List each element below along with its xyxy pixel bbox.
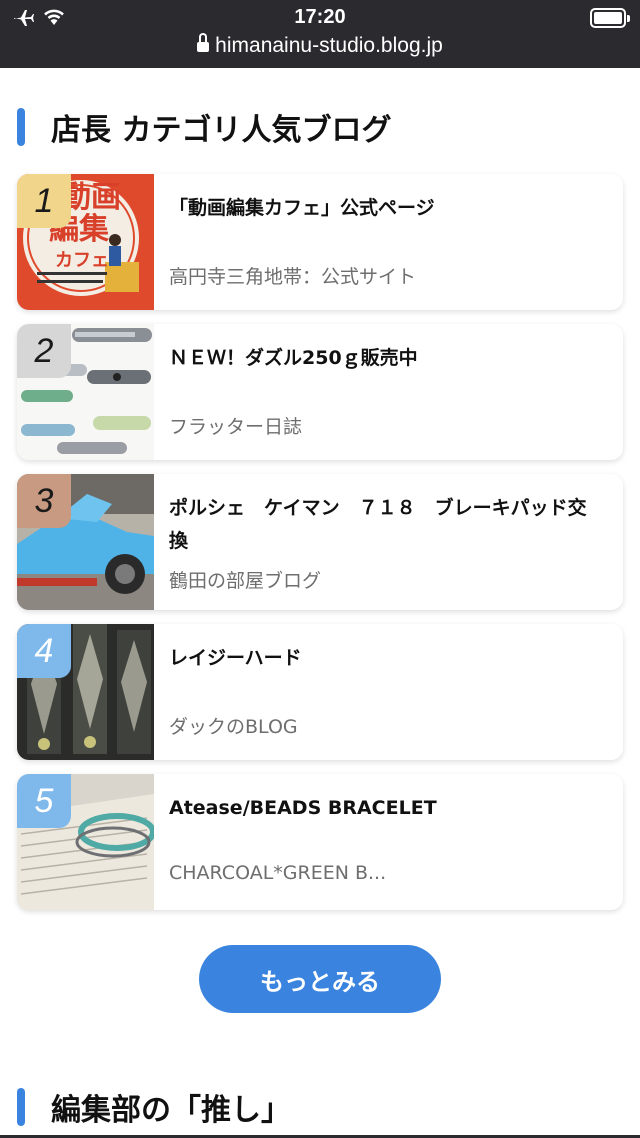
card-blog-name: ダックのBLOG	[169, 716, 298, 738]
thumbnail-bracelet: 5	[17, 774, 154, 910]
rank-badge: 4	[17, 624, 71, 678]
ranking-card-1[interactable]: 動画 編集 カフェ 1 「動画編集カフェ」公式ページ 高円寺三角地帯：公式サイト	[17, 174, 623, 310]
section-heading-picks: 編集部の「推し」	[17, 1085, 291, 1129]
status-bar: 17:20 himanainu-studio.blog.jp	[0, 0, 640, 68]
rank-badge: 3	[17, 474, 71, 528]
ranking-card-3[interactable]: 3 ポルシェ ケイマン ７１８ ブレーキパッド交換 鶴田の部屋ブログ	[17, 474, 623, 610]
card-blog-name: CHARCOAL*GREEN B...	[169, 862, 387, 884]
thumbnail-lures: 2	[17, 324, 154, 460]
status-time: 17:20	[294, 6, 346, 28]
card-title[interactable]: ＮＥＷ！ダズル250ｇ販売中	[169, 342, 593, 375]
card-blog-name: 鶴田の部屋ブログ	[169, 570, 322, 592]
section-heading-popular: 店長 カテゴリ人気ブログ	[17, 105, 391, 149]
section-title: 店長 カテゴリ人気ブログ	[51, 113, 392, 148]
card-title[interactable]: レイジーハード	[169, 642, 593, 675]
heading-accent-bar	[17, 1088, 25, 1126]
ranking-card-4[interactable]: 4 レイジーハード ダックのBLOG	[17, 624, 623, 760]
thumbnail-porsche: 3	[17, 474, 154, 610]
address-bar[interactable]: himanainu-studio.blog.jp	[0, 33, 640, 58]
lock-icon	[197, 33, 210, 53]
more-button[interactable]: もっとみる	[199, 945, 441, 1013]
card-title[interactable]: 「動画編集カフェ」公式ページ	[169, 192, 593, 225]
battery-icon	[590, 8, 630, 28]
heading-accent-bar	[17, 108, 25, 146]
ranking-card-2[interactable]: 2 ＮＥＷ！ダズル250ｇ販売中 フラッター日誌	[17, 324, 623, 460]
thumbnail-lazy-hard: 4	[17, 624, 154, 760]
section-title: 編集部の「推し」	[51, 1093, 291, 1128]
rank-badge: 2	[17, 324, 71, 378]
rank-badge: 1	[17, 174, 71, 228]
url-text: himanainu-studio.blog.jp	[215, 34, 443, 57]
ranking-card-5[interactable]: 5 Atease/BEADS BRACELET CHARCOAL*GREEN B…	[17, 774, 623, 910]
card-title[interactable]: Atease/BEADS BRACELET	[169, 792, 593, 825]
thumb-text-cafe-3: カフェ	[55, 250, 109, 271]
rank-badge: 5	[17, 774, 71, 828]
card-title[interactable]: ポルシェ ケイマン ７１８ ブレーキパッド交換	[169, 492, 593, 558]
card-blog-name: 高円寺三角地帯：公式サイト	[169, 266, 417, 288]
card-blog-name: フラッター日誌	[169, 416, 303, 438]
thumbnail-cafe: 動画 編集 カフェ 1	[17, 174, 154, 310]
